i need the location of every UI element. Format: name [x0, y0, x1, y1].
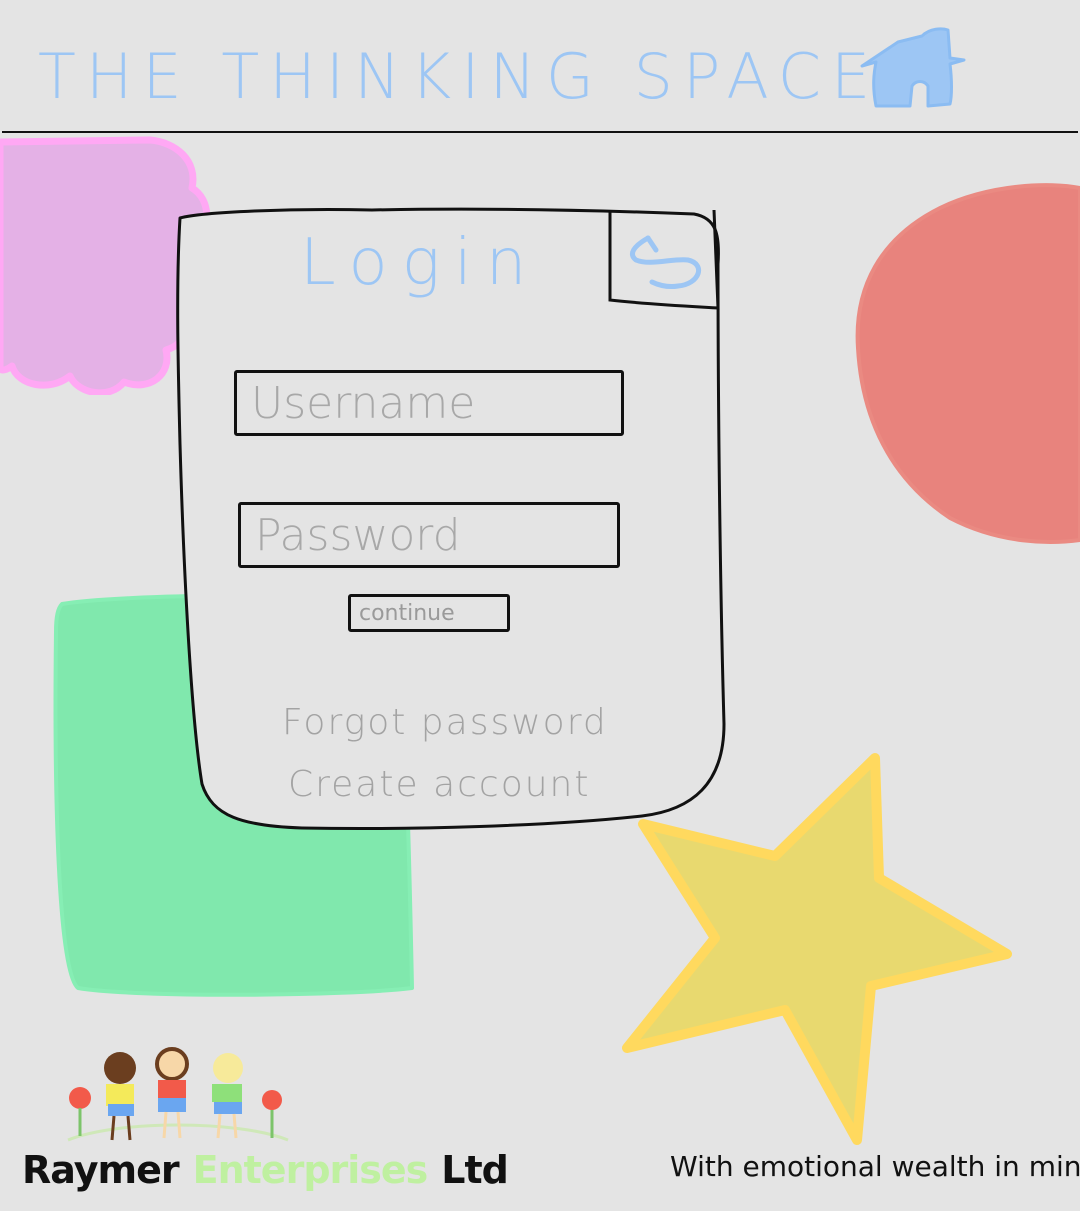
- forgot-password-link[interactable]: Forgot password: [282, 702, 608, 743]
- continue-button[interactable]: continue: [348, 594, 510, 632]
- company-name: Raymer Enterprises Ltd: [22, 1148, 509, 1192]
- site-title: THE THINKING SPACE: [38, 40, 881, 113]
- username-field[interactable]: [234, 370, 624, 436]
- login-title: Login: [300, 226, 541, 300]
- header-divider: [2, 131, 1078, 133]
- company-logo: [67, 1047, 289, 1142]
- company-name-part-3: Ltd: [441, 1148, 509, 1192]
- login-card: Login continue Forgot password Create ac…: [172, 204, 728, 834]
- undo-arrow-icon: [630, 235, 702, 289]
- create-account-link[interactable]: Create account: [288, 764, 590, 805]
- tagline: With emotional wealth in mind: [670, 1150, 1080, 1183]
- header-bar: THE THINKING SPACE: [0, 0, 1080, 132]
- house-icon[interactable]: [858, 26, 968, 110]
- password-field[interactable]: [238, 502, 620, 568]
- back-button[interactable]: [604, 208, 720, 310]
- company-name-part-1: Raymer: [22, 1148, 180, 1192]
- red-circle-shape: [855, 183, 1080, 544]
- company-name-part-2: Enterprises: [192, 1148, 429, 1192]
